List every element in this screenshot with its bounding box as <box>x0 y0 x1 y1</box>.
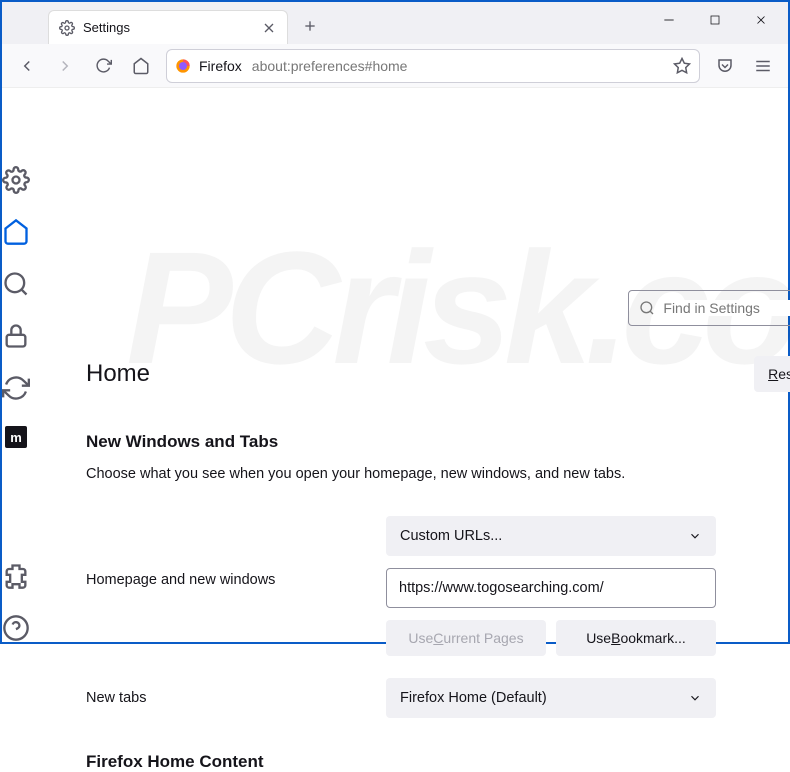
homepage-select[interactable]: Custom URLs... <box>386 516 716 556</box>
reload-button[interactable] <box>86 49 120 83</box>
sidebar-more[interactable]: m <box>5 426 27 448</box>
back-button[interactable] <box>10 49 44 83</box>
sidebar: m <box>2 88 30 642</box>
forward-button[interactable] <box>48 49 82 83</box>
bookmark-star-icon[interactable] <box>673 57 691 75</box>
toolbar: Firefox about:preferences#home <box>2 44 788 88</box>
close-window-button[interactable] <box>738 2 784 38</box>
homepage-select-value: Custom URLs... <box>400 528 502 544</box>
use-bookmark-button[interactable]: Use Bookmark... <box>556 620 716 656</box>
sidebar-sync[interactable] <box>2 374 30 402</box>
section-new-windows-title: New Windows and Tabs <box>86 432 790 452</box>
settings-search[interactable] <box>628 290 790 326</box>
url-context: Firefox <box>199 58 242 74</box>
homepage-url-input[interactable] <box>386 568 716 608</box>
maximize-button[interactable] <box>692 2 738 38</box>
sidebar-extensions[interactable] <box>2 562 30 590</box>
firefox-icon <box>175 58 191 74</box>
homepage-label: Homepage and new windows <box>86 572 386 588</box>
chevron-down-icon <box>688 529 702 543</box>
content-area: m PCrisk.com Home Restore Defaults New W… <box>2 88 788 642</box>
sidebar-privacy[interactable] <box>2 322 30 350</box>
url-text: about:preferences#home <box>252 58 408 74</box>
sidebar-help[interactable] <box>2 614 30 642</box>
newtabs-select[interactable]: Firefox Home (Default) <box>386 678 716 718</box>
minimize-button[interactable] <box>646 2 692 38</box>
titlebar: Settings <box>2 2 788 44</box>
sidebar-search[interactable] <box>2 270 30 298</box>
new-tab-button[interactable] <box>296 12 324 40</box>
sidebar-general[interactable] <box>2 166 30 194</box>
newtabs-label: New tabs <box>86 690 386 706</box>
section-firefox-home-title: Firefox Home Content <box>86 752 790 772</box>
section-new-windows-desc: Choose what you see when you open your h… <box>86 464 790 484</box>
chevron-down-icon <box>688 691 702 705</box>
gear-icon <box>59 20 75 36</box>
sidebar-home[interactable] <box>2 218 30 246</box>
home-button[interactable] <box>124 49 158 83</box>
search-icon <box>639 300 655 316</box>
restore-defaults-button[interactable]: Restore Defaults <box>754 356 790 392</box>
page-title: Home <box>86 360 150 388</box>
tab-title: Settings <box>83 20 261 35</box>
pocket-button[interactable] <box>708 49 742 83</box>
settings-search-input[interactable] <box>663 300 790 316</box>
menu-button[interactable] <box>746 49 780 83</box>
window-controls <box>646 2 784 38</box>
newtabs-select-value: Firefox Home (Default) <box>400 690 547 706</box>
main-content: PCrisk.com Home Restore Defaults New Win… <box>30 88 790 642</box>
url-bar[interactable]: Firefox about:preferences#home <box>166 49 700 83</box>
use-current-pages-button[interactable]: Use Current Pages <box>386 620 546 656</box>
browser-tab[interactable]: Settings <box>48 10 288 44</box>
close-tab-icon[interactable] <box>261 20 277 36</box>
